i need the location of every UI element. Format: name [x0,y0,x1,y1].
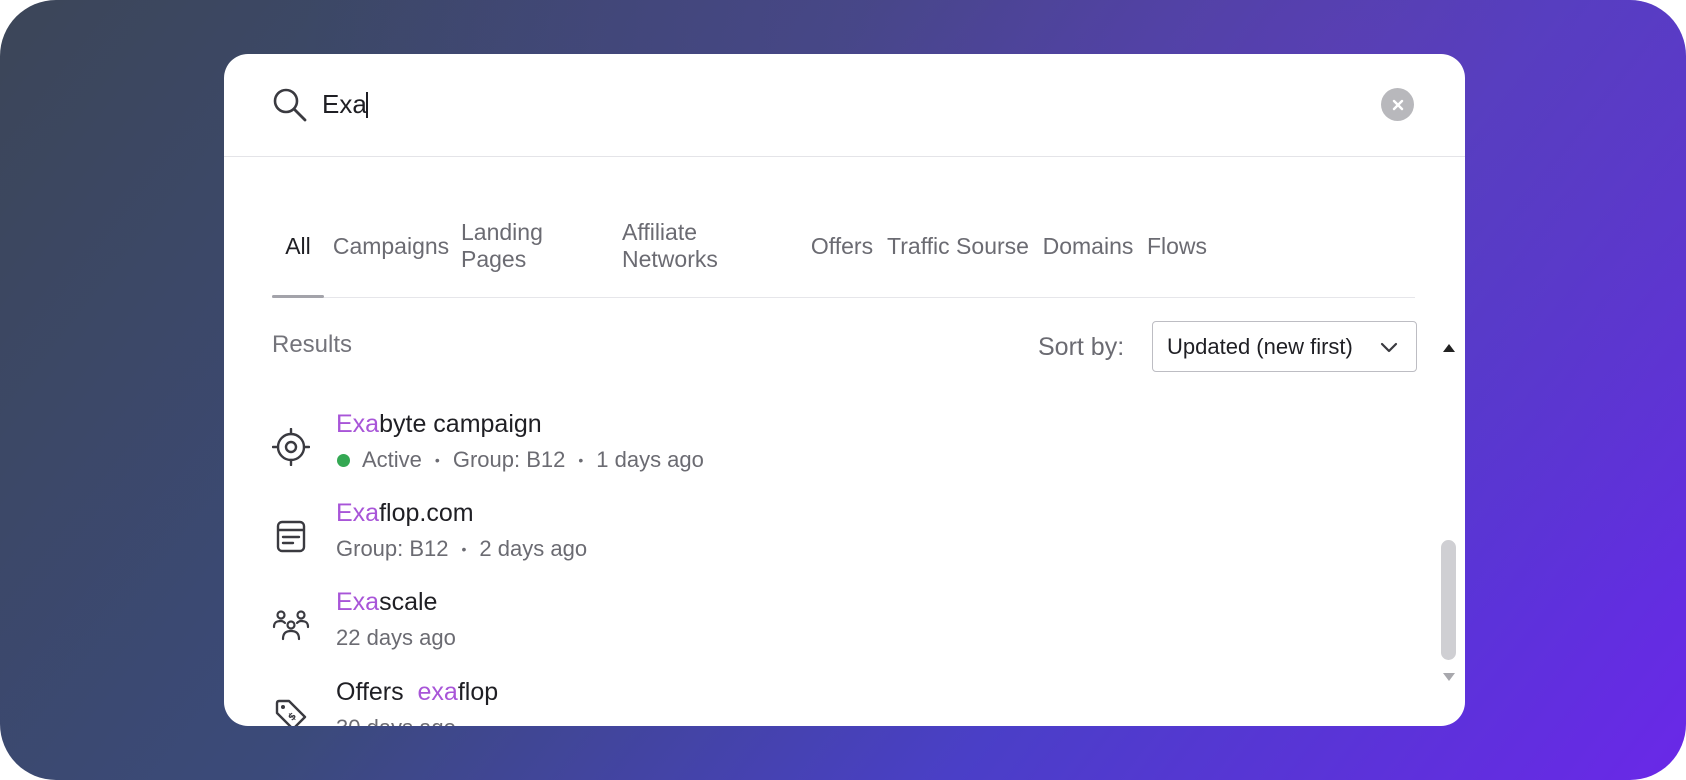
offer-tag-icon: $ [275,699,307,726]
time-text: 22 days ago [336,625,456,650]
time-text: 1 days ago [596,447,704,472]
match-highlight: exa [417,678,458,706]
sort-selected-value: Updated (new first) [1167,333,1353,359]
tab-domains[interactable]: Domains [1041,194,1135,298]
tab-landing-pages[interactable]: Landing Pages [461,194,611,298]
result-meta: 22 days ago [336,625,456,651]
group-text: Group: B12 [336,536,449,561]
tab-campaigns[interactable]: Campaigns [332,194,450,298]
meta-separator: • [434,452,440,468]
active-tab-indicator [272,295,324,298]
result-item[interactable]: $ Offers exaflop 30 days ago [272,678,1392,726]
sort-select[interactable]: Updated (new first) [1152,321,1417,372]
match-highlight: Exa [336,588,380,616]
category-tabs: All Campaigns Landing Pages Affiliate Ne… [272,194,1415,298]
result-title-rest: scale [379,588,438,616]
affiliate-network-icon [272,610,310,641]
search-input[interactable] [322,84,1322,124]
search-bar [224,54,1465,157]
scroll-down-arrow[interactable] [1443,673,1455,681]
result-title: Exaflop.com [336,499,474,528]
close-icon [1392,99,1403,110]
tab-all[interactable]: All [272,194,324,298]
match-highlight: Exa [336,499,380,527]
text-caret [366,92,368,118]
result-meta: 30 days ago [336,715,456,726]
result-meta: Group: B12 • 2 days ago [336,536,587,562]
result-title: Offers exaflop [336,678,498,707]
result-title-rest: flop [457,678,499,706]
group-text: Group: B12 [452,447,566,472]
result-title: Exascale [336,588,437,617]
target-icon [272,428,310,466]
scroll-up-arrow[interactable] [1443,344,1455,352]
result-meta: Active • Group: B12 • 1 days ago [336,447,704,473]
time-text: 2 days ago [479,536,588,561]
meta-separator: • [461,541,467,557]
meta-separator: • [578,452,584,468]
results-scrollbar[interactable] [1439,344,1461,724]
match-highlight: Exa [336,410,380,438]
search-icon [273,88,307,122]
result-title-rest: flop.com [379,499,474,527]
chevron-down-icon [1380,342,1398,353]
search-panel: All Campaigns Landing Pages Affiliate Ne… [224,54,1465,726]
result-item[interactable]: Exaflop.com Group: B12 • 2 days ago [272,499,1392,579]
result-title-prefix: Offers [336,678,404,706]
tab-offers[interactable]: Offers [809,194,875,298]
landing-page-icon [276,520,306,553]
results-list: Exabyte campaign Active • Group: B12 • 1… [224,384,1424,726]
result-item[interactable]: Exascale 22 days ago [272,588,1392,668]
sort-label: Sort by: [1038,333,1125,361]
clear-search-button[interactable] [1381,88,1414,121]
results-heading: Results [272,331,353,358]
scrollbar-thumb[interactable] [1441,540,1456,660]
svg-text:$: $ [286,711,299,724]
status-dot [337,453,350,467]
status-text: Active [362,447,422,472]
time-text: 30 days ago [336,715,456,726]
result-title: Exabyte campaign [336,410,542,439]
tab-flows[interactable]: Flows [1146,194,1208,298]
result-title-rest: byte campaign [379,410,542,438]
result-item[interactable]: Exabyte campaign Active • Group: B12 • 1… [272,410,1392,490]
tab-affiliate-networks[interactable]: Affiliate Networks [622,194,798,298]
tab-traffic-source[interactable]: Traffic Sourse [886,194,1030,298]
